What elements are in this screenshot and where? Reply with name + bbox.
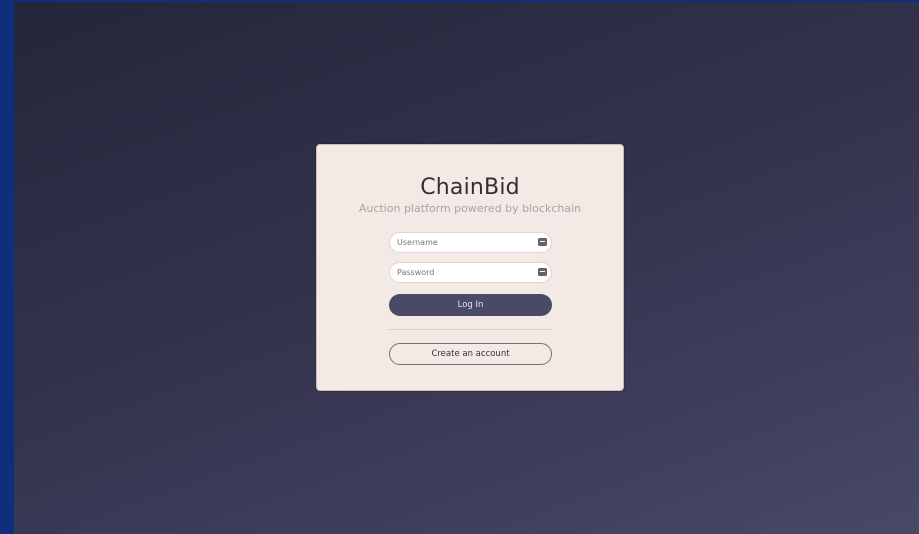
login-button[interactable]: Log In — [389, 294, 552, 316]
app-title: ChainBid — [420, 175, 520, 200]
username-input[interactable] — [390, 233, 551, 252]
divider — [389, 329, 552, 330]
password-input[interactable] — [390, 263, 551, 282]
login-card: ChainBid Auction platform powered by blo… — [316, 144, 624, 391]
password-field[interactable] — [389, 262, 552, 283]
id-card-icon — [538, 238, 547, 246]
app-background: ChainBid Auction platform powered by blo… — [14, 2, 919, 534]
username-field[interactable] — [389, 232, 552, 253]
id-card-icon — [538, 268, 547, 276]
app-subtitle: Auction platform powered by blockchain — [358, 202, 582, 215]
create-account-button[interactable]: Create an account — [389, 343, 552, 365]
